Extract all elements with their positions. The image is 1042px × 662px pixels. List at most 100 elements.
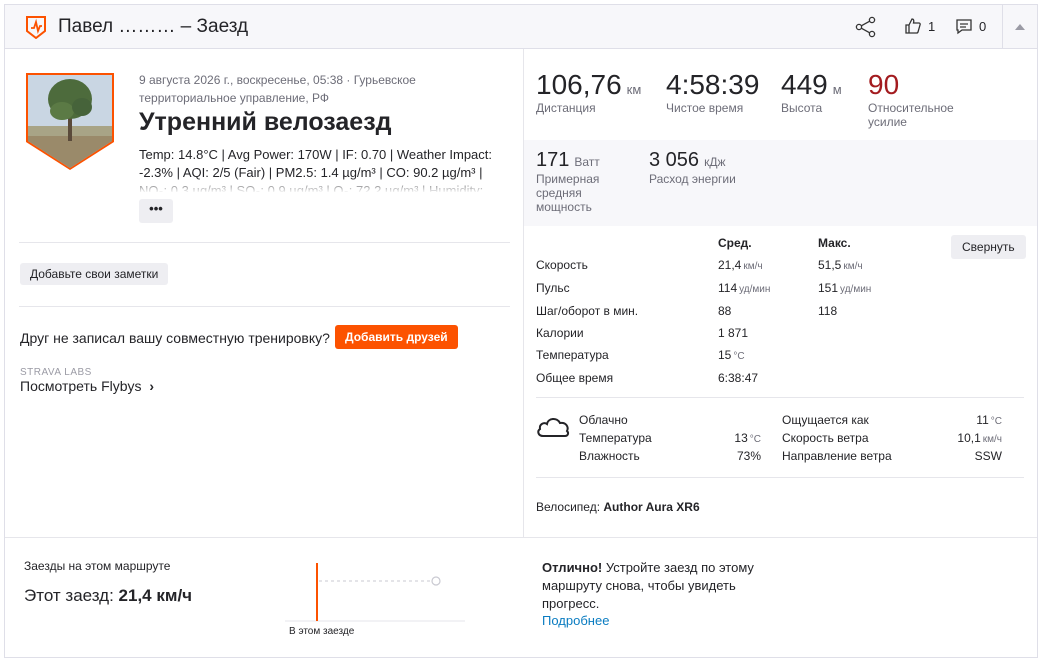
distance-unit: км xyxy=(626,82,642,97)
row-avg: 21,4 км/ч xyxy=(718,258,763,272)
weather-humidity-label: Влажность xyxy=(579,449,640,463)
more-info-link[interactable]: Подробнее xyxy=(542,613,609,628)
page-title: Павел ……… – Заезд xyxy=(58,16,249,37)
comments-count: 0 xyxy=(979,18,987,34)
row-label: Калории xyxy=(536,326,584,340)
kudos-button[interactable]: 1 xyxy=(904,17,935,35)
weather-feels-value: 11 °C xyxy=(976,413,1002,427)
energy-value: 3 056 xyxy=(649,149,700,171)
route-efforts-title: Заезды на этом маршруте xyxy=(24,559,171,573)
power-unit: Ватт xyxy=(574,155,600,169)
row-avg: 6:38:47 xyxy=(718,371,759,385)
activity-page: Павел ……… – Заезд 1 0 9 августа 2026 г.,… xyxy=(4,4,1038,658)
row-label: Скорость xyxy=(536,258,588,272)
wind-unit: км/ч xyxy=(982,434,1002,445)
weather-wind-dir-label: Направление ветра xyxy=(782,449,892,463)
weather-condition: Облачно xyxy=(579,413,628,427)
elevation-label: Высота xyxy=(781,101,823,115)
stat-relative-effort[interactable]: 90 Относительное усилие xyxy=(868,69,968,129)
max-unit: уд/мин xyxy=(840,284,872,295)
wind-number: 10,1 xyxy=(957,431,981,445)
avg-value: 21,4 xyxy=(718,258,742,272)
chevron-right-icon: › xyxy=(149,378,155,394)
activity-date-location: 9 августа 2026 г., воскресенье, 05:38 · … xyxy=(139,73,416,105)
row-max: 51,5 км/ч xyxy=(818,258,863,272)
avg-value: 15 xyxy=(718,348,732,362)
column-divider xyxy=(523,49,524,537)
chart-caption: В этом заезде xyxy=(289,626,355,637)
cloud-icon xyxy=(537,418,570,437)
route-encouragement: Отлично! Устройте заезд по этому маршрут… xyxy=(542,559,762,613)
weather-wind-speed-value: 10,1 км/ч xyxy=(957,431,1002,445)
secondary-stats-panel: 171 Ватт Примерная средняя мощность 3 056… xyxy=(524,140,1037,226)
row-avg: 15 °C xyxy=(718,348,745,362)
moving-time-value: 4:58:39 xyxy=(666,69,760,100)
activity-header: Павел ……… – Заезд 1 0 xyxy=(5,5,1037,49)
distance-label: Дистанция xyxy=(536,101,596,115)
weather-wind-speed-label: Скорость ветра xyxy=(782,431,869,445)
avg-unit: °C xyxy=(733,351,745,362)
strava-labs-tag: STRAVA LABS xyxy=(20,367,92,378)
stat-power: 171 Ватт Примерная средняя мощность xyxy=(536,149,626,214)
comment-icon xyxy=(956,19,972,35)
header-divider xyxy=(1002,5,1003,49)
avg-unit: уд/мин xyxy=(739,284,771,295)
row-max: 118 xyxy=(818,304,838,318)
power-value: 171 xyxy=(536,149,570,171)
col-max-header: Макс. xyxy=(818,236,851,250)
row-avg: 114 уд/мин xyxy=(718,281,770,295)
weather-feels-label: Ощущается как xyxy=(782,413,869,427)
divider xyxy=(19,306,510,307)
energy-unit: кДж xyxy=(704,155,726,169)
weather-temp-label: Температура xyxy=(579,431,652,445)
flybys-name: Flybys xyxy=(101,378,142,394)
row-label: Пульс xyxy=(536,281,570,295)
bike-info: Велосипед: Author Aura XR6 xyxy=(536,500,700,514)
elevation-value: 449 xyxy=(781,69,828,100)
distance-value: 106,76 xyxy=(536,69,622,100)
relative-effort-label: Относительное усилие xyxy=(868,101,954,129)
this-ride-label: Этот заезд: xyxy=(24,586,114,605)
description-fade xyxy=(139,177,509,193)
flybys-link[interactable]: Посмотреть Flybys › xyxy=(20,378,154,394)
row-label: Общее время xyxy=(536,371,614,385)
stat-distance: 106,76 км Дистанция xyxy=(536,69,641,115)
max-unit: км/ч xyxy=(843,261,863,272)
great-bold: Отлично! xyxy=(542,560,603,575)
share-icon[interactable] xyxy=(855,16,877,38)
divider xyxy=(536,397,1024,398)
route-progress-chart xyxy=(285,563,465,622)
activity-type-icon xyxy=(26,16,46,39)
add-notes-button[interactable]: Добавьте свои заметки xyxy=(20,263,169,285)
divider xyxy=(536,477,1024,478)
feels-number: 11 xyxy=(976,413,989,427)
avg-unit: км/ч xyxy=(743,261,763,272)
row-label: Шаг/оборот в мин. xyxy=(536,304,639,318)
moving-time-label: Чистое время xyxy=(666,101,744,115)
bike-name[interactable]: Author Aura XR6 xyxy=(603,500,699,514)
activity-title: Утренний велозаезд xyxy=(139,108,392,136)
athlete-avatar[interactable] xyxy=(24,71,116,171)
add-friends-button[interactable]: Добавить друзей xyxy=(335,325,458,349)
chart-point xyxy=(431,576,441,586)
row-label: Температура xyxy=(536,348,609,362)
power-label: Примерная средняя мощность xyxy=(536,172,600,214)
relative-effort-value: 90 xyxy=(868,69,900,100)
divider xyxy=(5,537,1037,538)
avg-value: 114 xyxy=(718,281,738,295)
more-description-button[interactable]: ••• xyxy=(139,199,173,223)
temp-number: 13 xyxy=(734,431,748,445)
stat-moving-time: 4:58:39 Чистое время xyxy=(666,69,759,115)
collapse-details-button[interactable]: Свернуть xyxy=(951,235,1026,259)
temp-unit: °C xyxy=(749,434,761,445)
weather-wind-dir-value: SSW xyxy=(974,449,1002,463)
max-value: 51,5 xyxy=(818,258,842,272)
max-value: 151 xyxy=(818,281,839,295)
collapse-up-icon[interactable] xyxy=(1013,20,1027,34)
kudos-count: 1 xyxy=(928,18,936,34)
elevation-unit: м xyxy=(832,82,842,97)
comments-button[interactable]: 0 xyxy=(955,17,986,35)
stat-energy: 3 056 кДж Расход энергии xyxy=(649,149,736,186)
energy-label: Расход энергии xyxy=(649,172,736,186)
stat-elevation: 449 м Высота xyxy=(781,69,842,115)
